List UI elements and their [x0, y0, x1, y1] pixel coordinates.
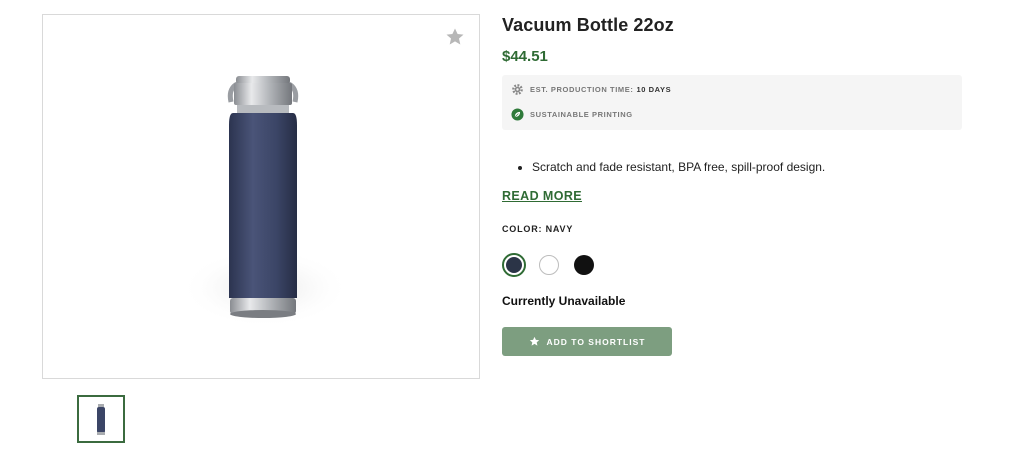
swatch-navy[interactable] — [502, 253, 526, 277]
add-to-shortlist-label: ADD TO SHORTLIST — [546, 336, 646, 347]
thumbnail-1[interactable] — [77, 395, 125, 443]
product-title: Vacuum Bottle 22oz — [502, 15, 674, 35]
color-swatches — [502, 253, 594, 277]
read-more-link[interactable]: READ MORE — [502, 189, 582, 203]
color-label: COLOR: NAVY — [502, 224, 574, 234]
product-main-image[interactable] — [42, 14, 480, 379]
bottle-image — [173, 70, 353, 340]
feature-list: Scratch and fade resistant, BPA free, sp… — [520, 160, 825, 174]
star-icon[interactable] — [445, 27, 465, 47]
production-time-label: EST. PRODUCTION TIME: — [530, 85, 634, 94]
production-time-row: EST. PRODUCTION TIME: 10 DAYS — [511, 83, 671, 96]
add-to-shortlist-button[interactable]: ADD TO SHORTLIST — [502, 327, 672, 356]
product-price: $44.51 — [502, 48, 548, 65]
production-time-value: 10 DAYS — [636, 85, 672, 94]
sustainable-label: SUSTAINABLE PRINTING — [530, 110, 633, 119]
sustainable-row: SUSTAINABLE PRINTING — [511, 108, 633, 121]
gear-icon — [511, 83, 524, 96]
feature-item: Scratch and fade resistant, BPA free, sp… — [532, 160, 825, 174]
swatch-white[interactable] — [539, 255, 559, 275]
availability-status: Currently Unavailable — [502, 294, 626, 308]
leaf-icon — [511, 108, 524, 121]
star-icon — [529, 336, 540, 347]
swatch-black[interactable] — [574, 255, 594, 275]
info-box: EST. PRODUCTION TIME: 10 DAYS SUSTAINABL… — [502, 75, 962, 130]
